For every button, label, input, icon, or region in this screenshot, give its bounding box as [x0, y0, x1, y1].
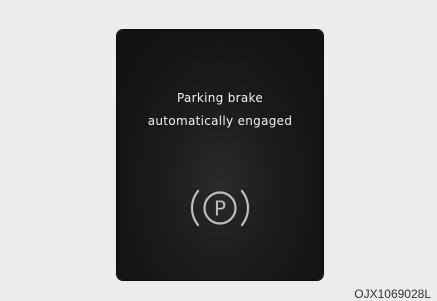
cluster-display: Parking brake automatically engaged P: [117, 30, 323, 280]
message-line-1: Parking brake: [176, 91, 263, 105]
figure-frame: Parking brake automatically engaged P OJ…: [0, 0, 437, 301]
parking-brake-letter: P: [214, 197, 226, 221]
warning-message: Parking brake automatically engaged: [117, 87, 323, 133]
parking-brake-icon: P: [190, 189, 250, 227]
message-line-2: automatically engaged: [147, 114, 293, 128]
figure-code: OJX1069028L: [354, 287, 431, 301]
